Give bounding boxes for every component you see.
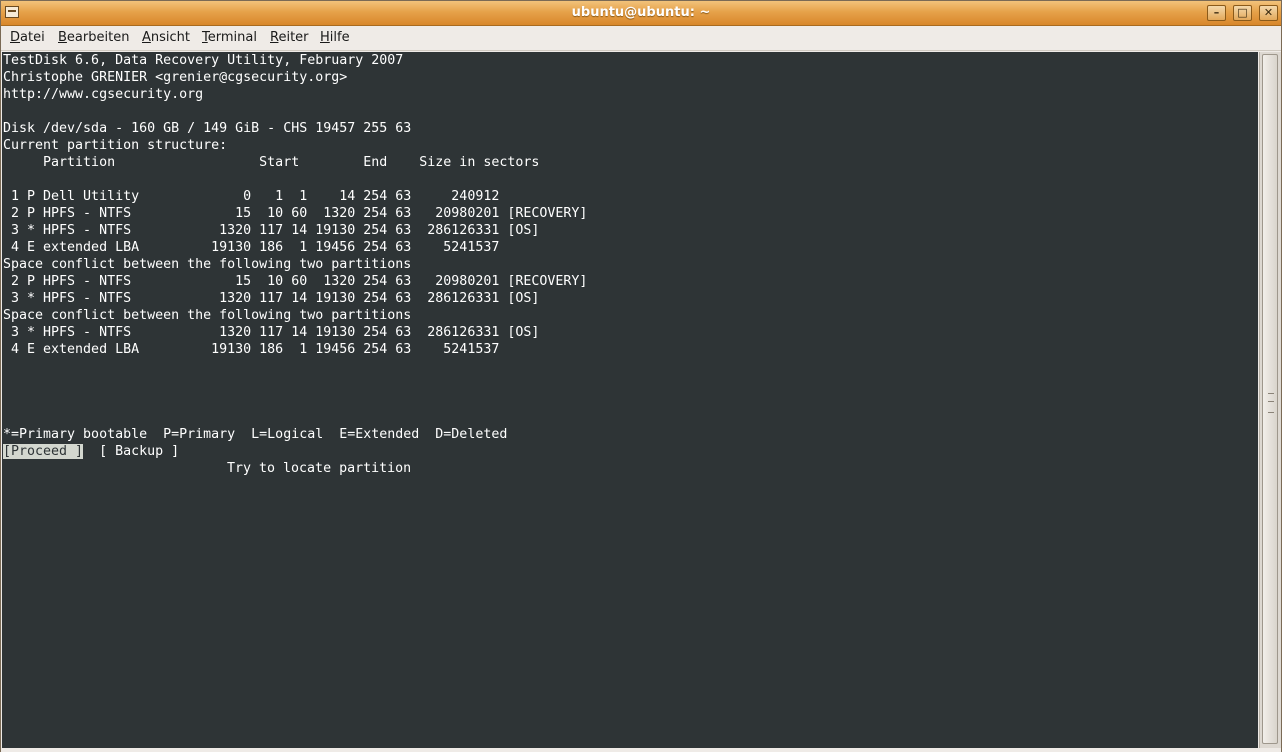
menu-reiter[interactable]: Reiter: [270, 30, 309, 46]
conflict-row: 4 E extended LBA 19130 186 1 19456 254 6…: [3, 342, 500, 357]
menu-datei[interactable]: Datei: [10, 30, 45, 46]
partition-row: 4 E extended LBA 19130 186 1 19456 254 6…: [3, 240, 500, 255]
minimize-button[interactable]: –: [1207, 5, 1226, 21]
conflict-message: Space conflict between the following two…: [3, 257, 412, 272]
scrollbar-thumb[interactable]: [1262, 54, 1278, 744]
header-line: TestDisk 6.6, Data Recovery Utility, Feb…: [3, 53, 404, 68]
maximize-button[interactable]: □: [1233, 5, 1252, 21]
partition-row: 1 P Dell Utility 0 1 1 14 254 63 240912: [3, 189, 500, 204]
menu-ansicht[interactable]: Ansicht: [142, 30, 190, 46]
structure-label: Current partition structure:: [3, 138, 228, 153]
action-line: [Proceed ] [ Backup ]: [3, 443, 179, 460]
terminal-output[interactable]: TestDisk 6.6, Data Recovery Utility, Feb…: [2, 52, 1258, 748]
title-bar[interactable]: ubuntu@ubuntu: ~ – □ ✕: [1, 1, 1281, 26]
proceed-button[interactable]: [Proceed ]: [3, 444, 84, 459]
grip-icon: [1268, 393, 1274, 413]
conflict-message: Space conflict between the following two…: [3, 308, 412, 323]
close-button[interactable]: ✕: [1259, 5, 1278, 21]
conflict-row: 3 * HPFS - NTFS 1320 117 14 19130 254 63…: [3, 291, 540, 306]
partition-row: 3 * HPFS - NTFS 1320 117 14 19130 254 63…: [3, 223, 540, 238]
partition-row: 2 P HPFS - NTFS 15 10 60 1320 254 63 209…: [3, 206, 588, 221]
hint-line: Try to locate partition: [227, 461, 412, 476]
menu-hilfe[interactable]: Hilfe: [320, 30, 350, 46]
backup-button[interactable]: [ Backup ]: [99, 444, 179, 459]
menu-bar: Datei Bearbeiten Ansicht Terminal Reiter…: [1, 26, 1281, 51]
conflict-row: 3 * HPFS - NTFS 1320 117 14 19130 254 63…: [3, 325, 540, 340]
conflict-row: 2 P HPFS - NTFS 15 10 60 1320 254 63 209…: [3, 274, 588, 289]
column-headers: Partition Start End Size in sectors: [3, 155, 540, 170]
menu-bearbeiten[interactable]: Bearbeiten: [58, 30, 129, 46]
disk-info-line: Disk /dev/sda - 160 GB / 149 GiB - CHS 1…: [3, 121, 412, 136]
window-title: ubuntu@ubuntu: ~: [571, 5, 711, 20]
header-line: http://www.cgsecurity.org: [3, 87, 204, 102]
legend-line: *=Primary bootable P=Primary L=Logical E…: [3, 427, 508, 442]
terminal-window: ubuntu@ubuntu: ~ – □ ✕ Datei Bearbeiten …: [0, 0, 1282, 752]
menu-terminal[interactable]: Terminal: [202, 30, 257, 46]
vertical-scrollbar[interactable]: [1259, 52, 1281, 748]
header-line: Christophe GRENIER <grenier@cgsecurity.o…: [3, 70, 348, 85]
